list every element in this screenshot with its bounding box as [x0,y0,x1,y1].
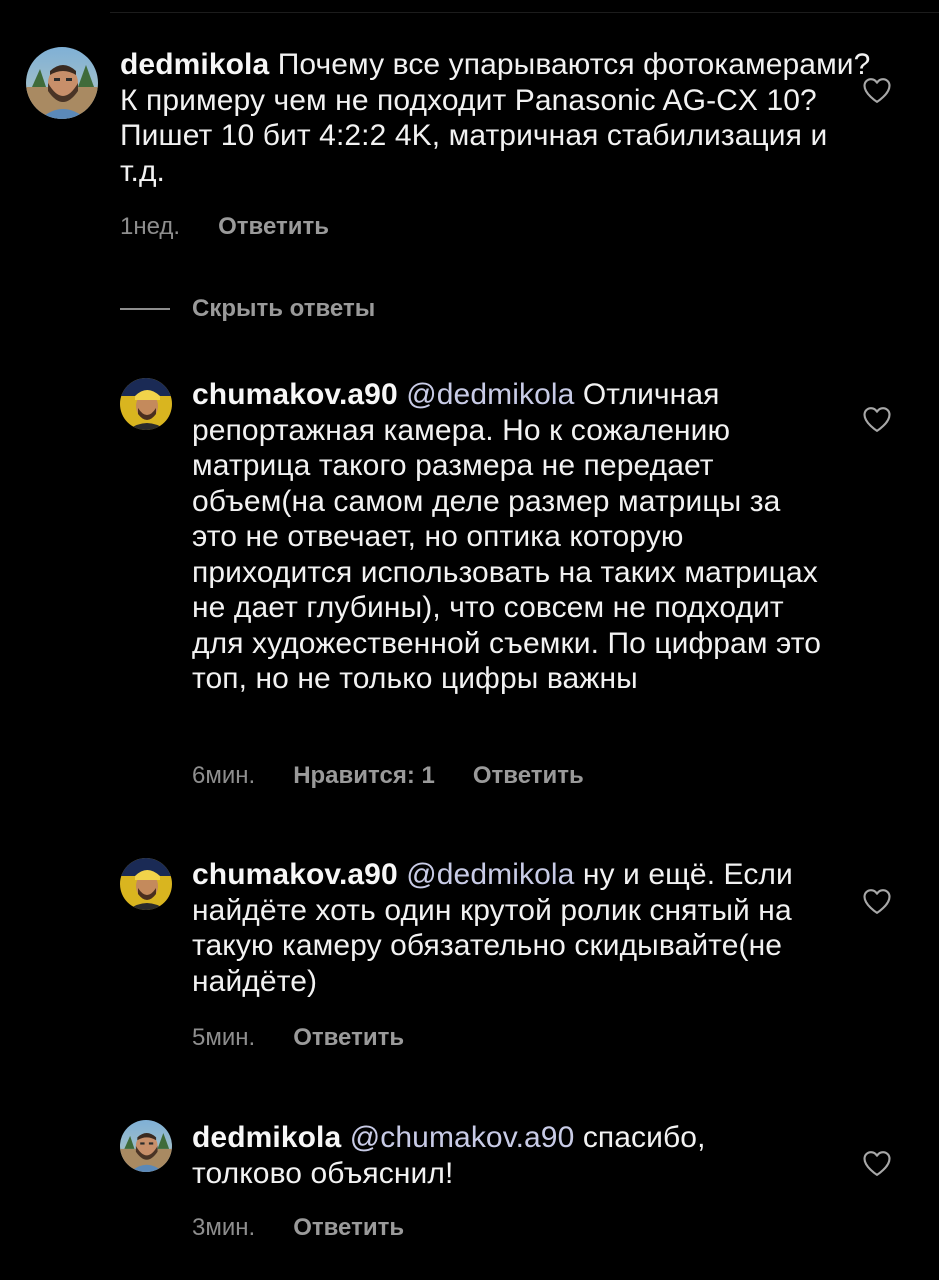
comment-username[interactable]: dedmikola [192,1121,341,1154]
comment-mention[interactable]: @dedmikola [406,378,574,411]
comment-text: chumakov.a90 @dedmikola ну и ещё. Если н… [192,857,822,999]
comment-mention[interactable]: @chumakov.a90 [350,1121,575,1154]
comment-mention[interactable]: @dedmikola [406,858,574,891]
top-divider [110,12,939,13]
comment-username[interactable]: chumakov.a90 [192,858,398,891]
likes-count-button[interactable]: Нравится: 1 [293,762,435,789]
avatar-dedmikola[interactable] [120,1120,172,1172]
comment-username[interactable]: dedmikola [120,48,269,81]
comment-meta: 6мин. Нравится: 1 Ответить [192,761,584,791]
like-heart-icon[interactable] [862,405,892,433]
comment-meta: 3мин. Ответить [192,1213,404,1243]
reply-button[interactable]: Ответить [293,1024,404,1051]
avatar-dedmikola[interactable] [26,47,98,119]
like-heart-icon[interactable] [862,76,892,104]
comment-text: chumakov.a90 @dedmikola Отличная репорта… [192,377,822,697]
hide-replies-label: Скрыть ответы [192,295,376,322]
reply-button[interactable]: Ответить [473,762,584,789]
hide-replies-button[interactable]: Скрыть ответы [120,294,375,324]
like-heart-icon[interactable] [862,1149,892,1177]
comment-time: 6мин. [192,762,256,789]
comment-time: 5мин. [192,1024,256,1051]
like-heart-icon[interactable] [862,887,892,915]
avatar-chumakov[interactable] [120,378,172,430]
comment-body: Отличная репортажная камера. Но к сожале… [192,378,822,695]
comment-text: dedmikola Почему все упарываются фотокам… [120,47,880,189]
reply-button[interactable]: Ответить [218,213,329,240]
comment-time: 1нед. [120,213,181,240]
comment-username[interactable]: chumakov.a90 [192,378,398,411]
comment-meta: 5мин. Ответить [192,1023,404,1053]
avatar-chumakov[interactable] [120,858,172,910]
hide-replies-line [120,308,170,310]
reply-button[interactable]: Ответить [293,1214,404,1241]
comment-meta: 1нед. Ответить [120,212,329,242]
comment-time: 3мин. [192,1214,256,1241]
comment-text: dedmikola @chumakov.a90 спасибо, толково… [192,1120,822,1191]
